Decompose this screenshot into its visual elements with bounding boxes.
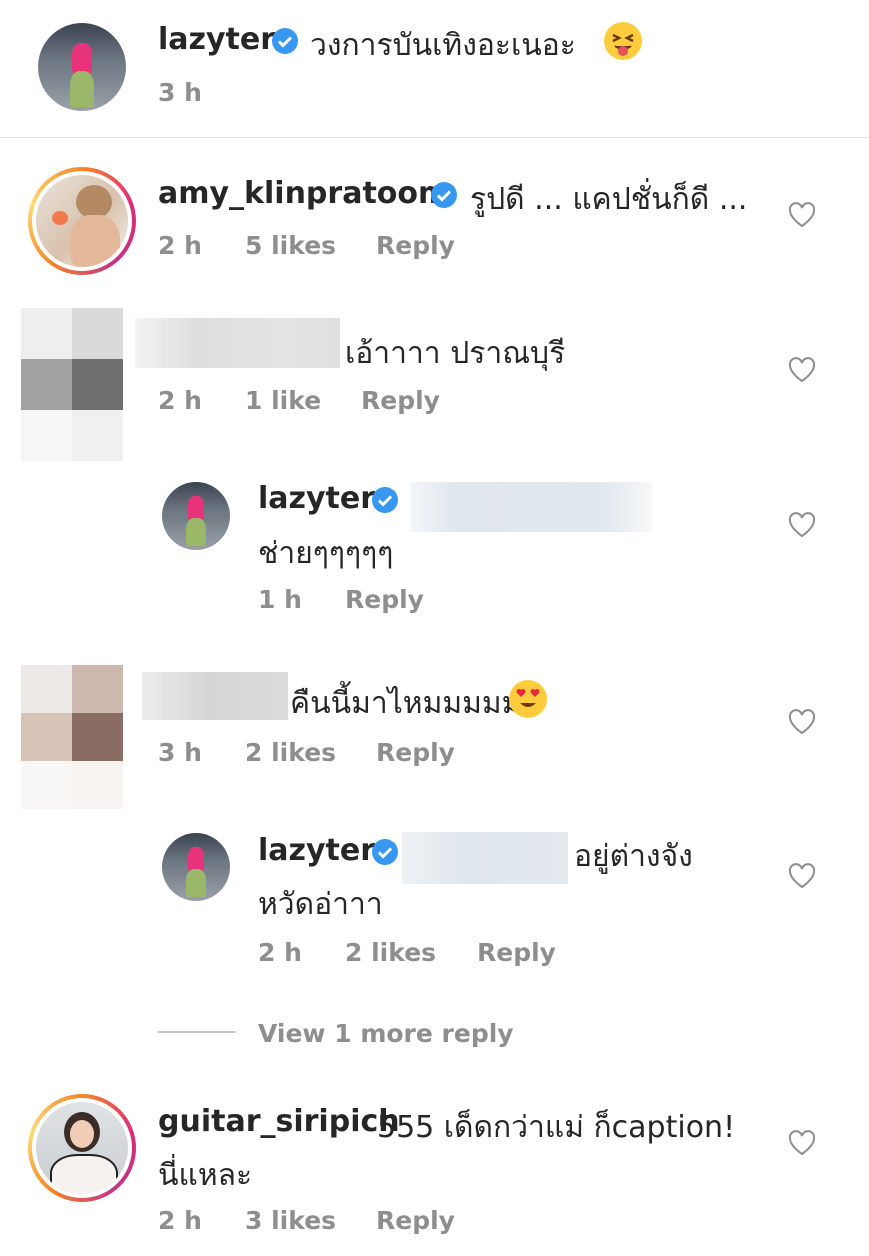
timestamp: 3 h [158, 738, 202, 767]
reply-button[interactable]: Reply [376, 738, 455, 767]
likes-count[interactable]: 3 likes [245, 1206, 336, 1235]
avatar[interactable] [162, 833, 230, 901]
reply-button[interactable]: Reply [376, 231, 455, 260]
reply-button[interactable]: Reply [345, 585, 424, 614]
username-blurred[interactable] [135, 318, 340, 368]
avatar[interactable] [21, 308, 123, 461]
comment-text: วงการบันเทิงอะเนอะ [310, 28, 576, 63]
comment-text: รูปดี ... แคปชั่นก็ดี ... [470, 182, 748, 217]
username[interactable]: guitar_siripich [158, 1104, 400, 1139]
username[interactable]: lazyter [258, 833, 375, 868]
verified-badge-icon [372, 839, 398, 865]
heart-icon[interactable] [788, 1130, 816, 1156]
timestamp: 3 h [158, 78, 202, 107]
divider [0, 137, 869, 138]
comment-text: อยู่ต่างจัง [574, 839, 693, 874]
username[interactable]: amy_klinpratoom [158, 176, 449, 211]
heart-icon[interactable] [788, 357, 816, 383]
avatar[interactable] [28, 1094, 136, 1202]
timestamp: 2 h [158, 386, 202, 415]
likes-count[interactable]: 5 likes [245, 231, 336, 260]
likes-count[interactable]: 2 likes [245, 738, 336, 767]
avatar[interactable] [162, 482, 230, 550]
heart-icon[interactable] [788, 863, 816, 889]
heart-icon[interactable] [788, 202, 816, 228]
likes-count[interactable]: 2 likes [345, 938, 436, 967]
timestamp: 2 h [158, 231, 202, 260]
timestamp: 1 h [258, 585, 302, 614]
timestamp: 2 h [158, 1206, 202, 1235]
username[interactable]: lazyter [258, 481, 375, 516]
verified-badge-icon [431, 182, 457, 208]
timestamp: 2 h [258, 938, 302, 967]
avatar[interactable] [28, 167, 136, 275]
squinting-tongue-face-emoji [604, 22, 642, 60]
avatar[interactable] [21, 665, 123, 809]
comment-text: เอ้าาาา ปราณบุรี [345, 336, 566, 371]
mention-blurred[interactable] [402, 832, 568, 884]
comment-text: 555 เด็ดกว่าแม่ ก็caption! [377, 1110, 736, 1145]
comment-text: ช่ายๆๆๆๆๆ [258, 536, 394, 571]
username[interactable]: lazyter [158, 22, 275, 57]
view-more-replies-button[interactable]: View 1 more reply [258, 1019, 514, 1048]
verified-badge-icon [372, 487, 398, 513]
reply-button[interactable]: Reply [361, 386, 440, 415]
heart-icon[interactable] [788, 709, 816, 735]
username-blurred[interactable] [142, 672, 288, 720]
comment-text: หวัดอ่าาา [258, 887, 383, 922]
view-more-line [158, 1031, 236, 1033]
mention-blurred[interactable] [410, 482, 652, 532]
heart-icon[interactable] [788, 512, 816, 538]
reply-button[interactable]: Reply [376, 1206, 455, 1235]
avatar[interactable] [38, 23, 126, 111]
reply-button[interactable]: Reply [477, 938, 556, 967]
likes-count[interactable]: 1 like [245, 386, 321, 415]
verified-badge-icon [272, 28, 298, 54]
comment-text: นี่แหละ [158, 1158, 253, 1193]
heart-eyes-emoji [509, 680, 547, 718]
comment-text: คืนนี้มาไหมมมมม [290, 686, 522, 721]
